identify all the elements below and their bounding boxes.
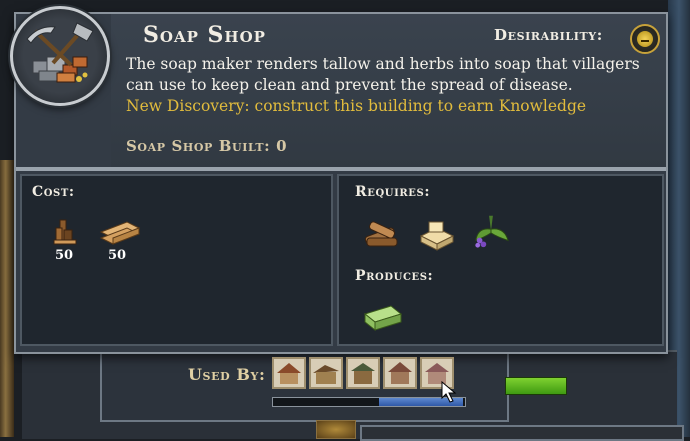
used-by-building-2-icon[interactable]	[309, 357, 343, 389]
bottom-bar	[360, 425, 684, 441]
mouse-cursor-icon	[441, 380, 457, 403]
cost-label: Cost:	[32, 184, 75, 200]
requires-label: Requires:	[355, 184, 431, 200]
cost-pane: Cost: 50 50	[20, 174, 333, 346]
discovery-note: New Discovery: construct this building t…	[126, 97, 587, 115]
soap-icon	[363, 305, 403, 332]
wood-logs-icon	[53, 219, 77, 245]
map-edge	[0, 160, 14, 437]
used-by-scrollbar[interactable]	[272, 397, 466, 407]
desirability-neutral-icon	[630, 24, 660, 54]
built-value: 0	[276, 137, 288, 155]
used-by-label: Used By:	[188, 365, 266, 384]
planks-icon	[99, 221, 141, 245]
building-tooltip: Soap Shop Desirability: The soap maker r…	[10, 6, 668, 354]
used-by-building-4-icon[interactable]	[383, 357, 417, 389]
building-title: Soap Shop	[143, 22, 266, 48]
produces-label: Produces:	[355, 268, 434, 284]
firewood-icon	[364, 221, 398, 247]
bottom-icon[interactable]	[316, 420, 356, 439]
cost-amount: 50	[107, 248, 127, 263]
used-by-building-3-icon[interactable]	[346, 357, 380, 389]
requires-pane: Requires: Produces:	[337, 174, 664, 346]
building-description: The soap maker renders tallow and herbs …	[126, 55, 640, 94]
build-tools-icon	[10, 6, 110, 106]
cost-amount: 50	[54, 248, 74, 263]
progress-bar	[505, 377, 567, 395]
tallow-icon	[419, 221, 455, 251]
built-label: Soap Shop Built:	[126, 137, 271, 155]
desirability-label: Desirability:	[494, 26, 603, 44]
herbs-icon	[475, 215, 509, 248]
built-count: Soap Shop Built: 0	[126, 137, 287, 155]
header-divider	[16, 167, 666, 171]
used-by-building-1-icon[interactable]	[272, 357, 306, 389]
